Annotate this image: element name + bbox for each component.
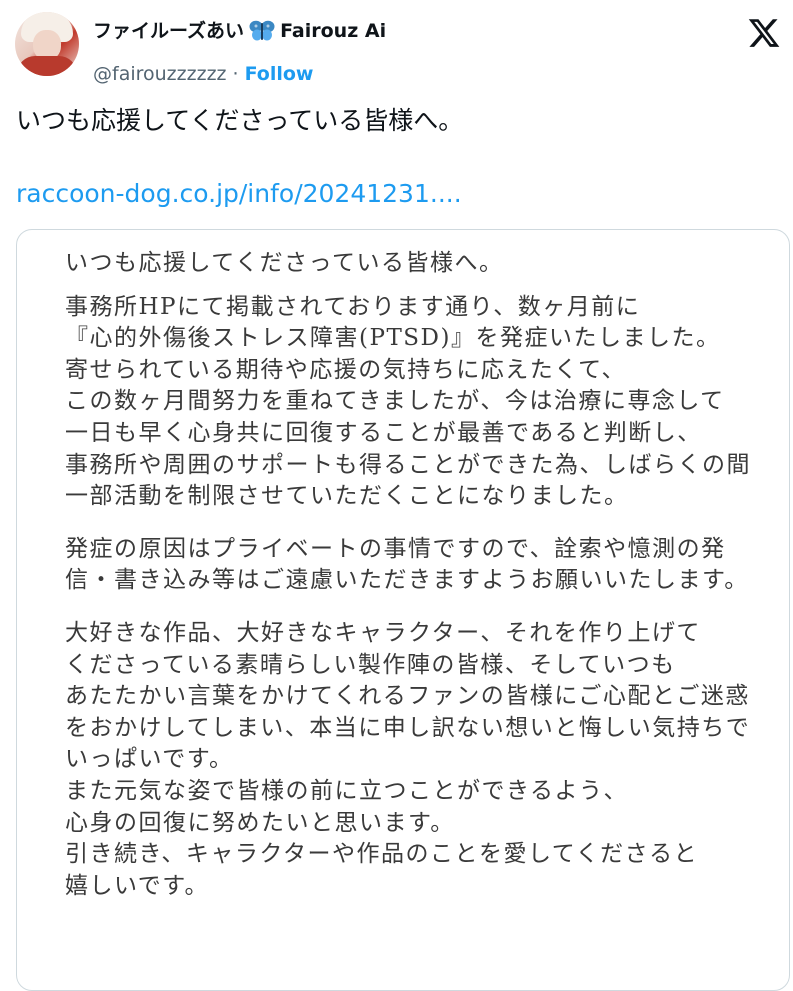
statement-line: 事務所や周囲のサポートも得ることができた為、しばらくの間	[65, 451, 751, 478]
statement-line: 寄せられている期待や応援の気持ちに応えたくて、	[65, 356, 626, 383]
statement-paragraph-1: 事務所HPにて掲載されております通り、数ヶ月前に 『心的外傷後ストレス障害(PT…	[65, 292, 765, 513]
statement-text: いつも応援してくださっている皆様へ。 事務所HPにて掲載されております通り、数ヶ…	[65, 248, 765, 902]
avatar[interactable]	[15, 12, 79, 76]
statement-line: 信・書き込み等はご遠慮いただきますようお願いいたします。	[65, 567, 749, 594]
statement-line: あたたかい言葉をかけてくれるファンの皆様にご心配とご迷惑	[65, 683, 750, 710]
statement-line: また元気な姿で皆様の前に立つことができるよう、	[65, 777, 629, 804]
tweet-link[interactable]: raccoon-dog.co.jp/info/20241231....	[16, 177, 462, 211]
statement-line: 事務所HPにて掲載されております通り、数ヶ月前に	[65, 293, 641, 320]
display-name-row[interactable]: ファイルーズあい Fairouz Ai	[93, 16, 386, 46]
tweet-header: ファイルーズあい Fairouz Ai @fairouzzzzzz · Foll…	[15, 10, 785, 86]
statement-line: をおかけしてしまい、本当に申し訳ない想いと悔しい気持ちで	[65, 714, 751, 741]
statement-title: いつも応援してくださっている皆様へ。	[65, 250, 504, 276]
statement-title-block: いつも応援してくださっている皆様へ。	[65, 248, 765, 280]
statement-paragraph-2: 発症の原因はプライベートの事情ですので、詮索や憶測の発 信・書き込み等はご遠慮い…	[65, 534, 765, 597]
statement-paragraph-3: 大好きな作品、大好きなキャラクター、それを作り上げて くださっている素晴らしい製…	[65, 618, 765, 902]
statement-line: くださっている素晴らしい製作陣の皆様、そしていつも	[65, 651, 676, 678]
attached-image-card[interactable]: いつも応援してくださっている皆様へ。 事務所HPにて掲載されております通り、数ヶ…	[16, 229, 790, 991]
statement-line: この数ヶ月間努力を重ねてきましたが、今は治療に専念して	[65, 388, 725, 415]
statement-line: 発症の原因はプライベートの事情ですので、詮索や憶測の発	[65, 535, 726, 562]
statement-line: 一部活動を制限させていただくことになりました。	[65, 483, 629, 510]
separator-dot: ·	[232, 63, 239, 85]
statement-line: 『心的外傷後ストレス障害(PTSD)』を発症いたしました。	[65, 325, 721, 352]
display-name-jp[interactable]: ファイルーズあい	[93, 16, 244, 46]
statement-line: いっぱいです。	[65, 746, 234, 773]
display-name-en[interactable]: Fairouz Ai	[280, 16, 386, 46]
butterfly-emoji-icon	[249, 20, 275, 41]
statement-line: 一日も早く心身共に回復することが最善であると判断し、	[65, 419, 702, 446]
statement-line: 嬉しいです。	[65, 872, 210, 899]
user-handle[interactable]: @fairouzzzzzz	[93, 61, 227, 87]
statement-line: 引き続き、キャラクターや作品のことを愛してくださると	[65, 841, 699, 868]
follow-button[interactable]: Follow	[245, 61, 314, 87]
handle-row: @fairouzzzzzz · Follow	[93, 61, 313, 87]
avatar-clothing	[17, 56, 77, 76]
x-logo-icon[interactable]	[747, 16, 781, 50]
tweet-text: いつも応援してくださっている皆様へ。	[16, 106, 464, 135]
statement-line: 心身の回復に努めたいと思います。	[65, 809, 455, 836]
statement-line: 大好きな作品、大好きなキャラクター、それを作り上げて	[65, 619, 701, 646]
